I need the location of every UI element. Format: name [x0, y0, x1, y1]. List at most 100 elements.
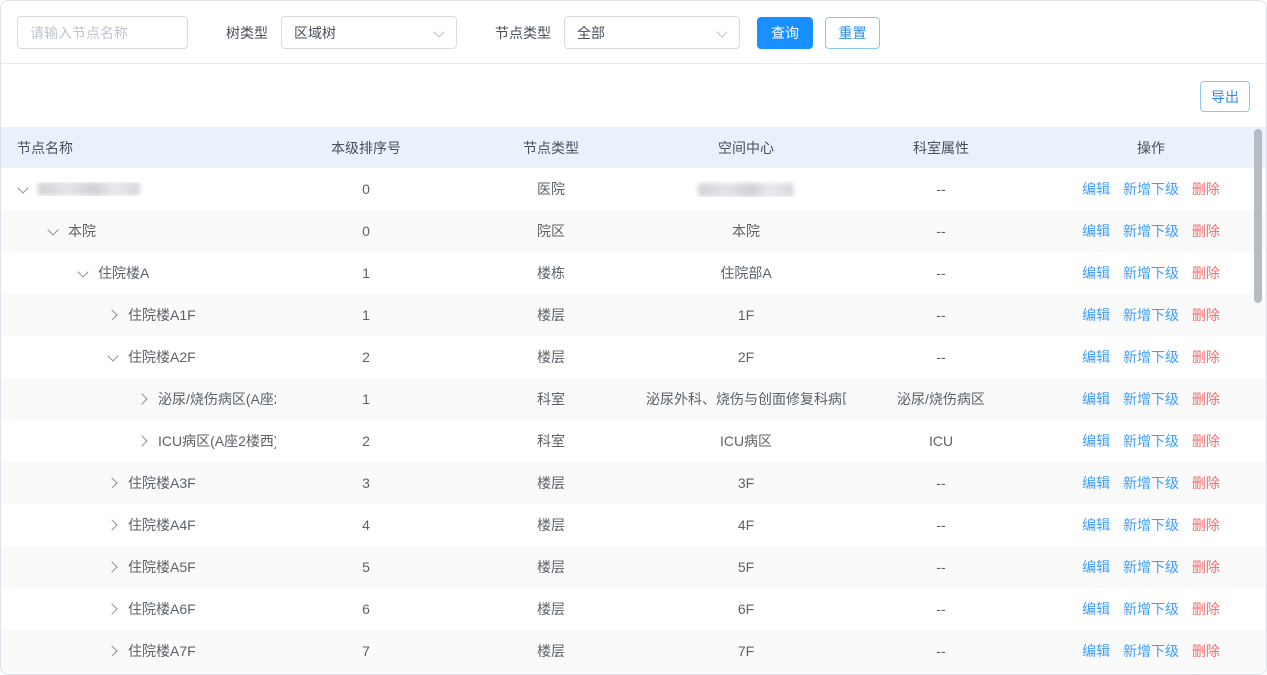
space-center-text: 6F	[738, 601, 754, 617]
node-name-text: 住院楼A	[98, 263, 149, 283]
edit-link[interactable]: 编辑	[1082, 181, 1110, 197]
space-center-cell: 泌尿外科、烧伤与创面修复科病区	[646, 389, 846, 409]
chevron-right-icon[interactable]	[107, 477, 119, 489]
edit-link[interactable]: 编辑	[1082, 349, 1110, 365]
node-name-cell: 住院楼A3F	[1, 473, 276, 493]
space-center-text: 1F	[738, 307, 754, 323]
delete-link[interactable]: 删除	[1192, 181, 1220, 197]
delete-link[interactable]: 删除	[1192, 433, 1220, 449]
order-cell: 2	[276, 433, 456, 449]
edit-link[interactable]: 编辑	[1082, 517, 1110, 533]
add-child-link[interactable]: 新增下级	[1123, 433, 1179, 449]
node-name-text: 住院楼A1F	[128, 305, 196, 325]
node-name-cell: 本院	[1, 221, 276, 241]
node-name-cell: 住院楼A6F	[1, 599, 276, 619]
chevron-right-icon[interactable]	[107, 309, 119, 321]
node-type-cell: 医院	[456, 179, 646, 199]
node-type-selected-value: 全部	[577, 23, 605, 43]
edit-link[interactable]: 编辑	[1082, 391, 1110, 407]
chevron-right-icon[interactable]	[137, 435, 149, 447]
delete-link[interactable]: 删除	[1192, 349, 1220, 365]
node-type-select[interactable]: 全部	[564, 16, 740, 49]
edit-link[interactable]: 编辑	[1082, 223, 1110, 239]
add-child-link[interactable]: 新增下级	[1123, 181, 1179, 197]
chevron-down-icon	[435, 26, 444, 35]
chevron-right-icon[interactable]	[107, 603, 119, 615]
node-type-cell: 楼层	[456, 305, 646, 325]
delete-link[interactable]: 删除	[1192, 643, 1220, 659]
add-child-link[interactable]: 新增下级	[1123, 223, 1179, 239]
space-center-cell: 7F	[646, 643, 846, 659]
space-center-text: 4F	[738, 517, 754, 533]
edit-link[interactable]: 编辑	[1082, 307, 1110, 323]
space-center-cell: 4F	[646, 517, 846, 533]
chevron-right-icon[interactable]	[107, 645, 119, 657]
add-child-link[interactable]: 新增下级	[1123, 391, 1179, 407]
node-type-label: 节点类型	[495, 23, 551, 43]
tree-type-select[interactable]: 区域树	[281, 16, 457, 49]
add-child-link[interactable]: 新增下级	[1123, 307, 1179, 323]
edit-link[interactable]: 编辑	[1082, 643, 1110, 659]
delete-link[interactable]: 删除	[1192, 223, 1220, 239]
delete-link[interactable]: 删除	[1192, 517, 1220, 533]
vertical-scrollbar-thumb[interactable]	[1254, 129, 1262, 303]
space-center-cell: 5F	[646, 559, 846, 575]
edit-link[interactable]: 编辑	[1082, 601, 1110, 617]
search-button[interactable]: 查询	[757, 17, 813, 49]
table-row: 住院楼A6F 6 楼层 6F -- 编辑 新增下级 删除	[1, 588, 1266, 630]
add-child-link[interactable]: 新增下级	[1123, 265, 1179, 281]
edit-link[interactable]: 编辑	[1082, 433, 1110, 449]
order-cell: 5	[276, 559, 456, 575]
chevron-right-icon[interactable]	[137, 393, 149, 405]
delete-link[interactable]: 删除	[1192, 475, 1220, 491]
table-row: 住院楼A5F 5 楼层 5F -- 编辑 新增下级 删除	[1, 546, 1266, 588]
chevron-down-icon	[718, 26, 727, 35]
tree-indent	[17, 567, 107, 568]
order-cell: 2	[276, 349, 456, 365]
node-name-text: ICU病区(A座2楼西)	[158, 431, 276, 451]
space-center-text: 2F	[738, 349, 754, 365]
row-actions-cell: 编辑 新增下级 删除	[1036, 641, 1266, 661]
edit-link[interactable]: 编辑	[1082, 265, 1110, 281]
order-cell: 3	[276, 475, 456, 491]
chevron-right-icon[interactable]	[107, 519, 119, 531]
delete-link[interactable]: 删除	[1192, 391, 1220, 407]
node-type-cell: 楼层	[456, 473, 646, 493]
order-cell: 6	[276, 601, 456, 617]
dept-attr-cell: --	[846, 223, 1036, 239]
add-child-link[interactable]: 新增下级	[1123, 601, 1179, 617]
chevron-down-icon[interactable]	[47, 225, 59, 237]
column-header-order: 本级排序号	[276, 138, 456, 158]
reset-button[interactable]: 重置	[825, 17, 880, 49]
dept-attr-cell: --	[846, 307, 1036, 323]
node-name-search-input[interactable]	[17, 16, 188, 49]
row-actions-cell: 编辑 新增下级 删除	[1036, 431, 1266, 451]
chevron-down-icon[interactable]	[77, 267, 89, 279]
delete-link[interactable]: 删除	[1192, 265, 1220, 281]
add-child-link[interactable]: 新增下级	[1123, 559, 1179, 575]
chevron-down-icon[interactable]	[17, 183, 29, 195]
dept-attr-cell: --	[846, 559, 1036, 575]
space-center-cell: 3F	[646, 475, 846, 491]
space-center-text: 泌尿外科、烧伤与创面修复科病区	[646, 391, 846, 407]
add-child-link[interactable]: 新增下级	[1123, 517, 1179, 533]
edit-link[interactable]: 编辑	[1082, 475, 1110, 491]
delete-link[interactable]: 删除	[1192, 601, 1220, 617]
table-row: 本院 0 院区 本院 -- 编辑 新增下级 删除	[1, 210, 1266, 252]
add-child-link[interactable]: 新增下级	[1123, 643, 1179, 659]
add-child-link[interactable]: 新增下级	[1123, 349, 1179, 365]
tree-indent	[17, 273, 77, 274]
export-button[interactable]: 导出	[1200, 81, 1250, 112]
space-center-cell: 住院部A	[646, 263, 846, 283]
node-type-cell: 楼层	[456, 347, 646, 367]
add-child-link[interactable]: 新增下级	[1123, 475, 1179, 491]
node-type-cell: 楼层	[456, 515, 646, 535]
dept-attr-cell: --	[846, 349, 1036, 365]
edit-link[interactable]: 编辑	[1082, 559, 1110, 575]
node-type-cell: 楼栋	[456, 263, 646, 283]
chevron-right-icon[interactable]	[107, 561, 119, 573]
node-name-cell: 住院楼A5F	[1, 557, 276, 577]
delete-link[interactable]: 删除	[1192, 559, 1220, 575]
chevron-down-icon[interactable]	[107, 351, 119, 363]
delete-link[interactable]: 删除	[1192, 307, 1220, 323]
